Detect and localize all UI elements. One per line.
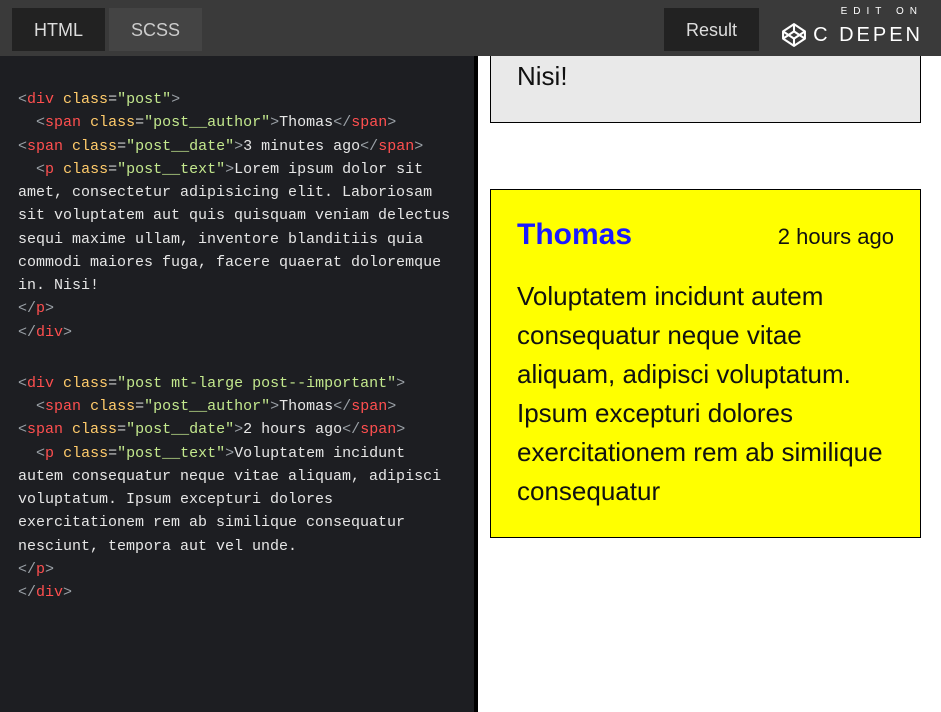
editor-tabs: HTML SCSS bbox=[0, 0, 202, 51]
result-post-1-text: quia commodi maiores fuga, facere quaera… bbox=[517, 56, 894, 96]
code-post-2: <div class="post mt-large post--importan… bbox=[18, 372, 456, 605]
codepen-logo[interactable]: C DEPEN bbox=[781, 22, 923, 48]
result-post-2-text: Voluptatem incidunt autem consequatur ne… bbox=[517, 277, 894, 511]
tab-result[interactable]: Result bbox=[664, 8, 759, 51]
tab-scss[interactable]: SCSS bbox=[109, 8, 202, 51]
codepen-wordmark: C DEPEN bbox=[813, 24, 923, 47]
result-pane[interactable]: quia commodi maiores fuga, facere quaera… bbox=[478, 56, 941, 712]
result-post-1: quia commodi maiores fuga, facere quaera… bbox=[490, 56, 921, 123]
result-post-2: Thomas 2 hours ago Voluptatem incidunt a… bbox=[490, 189, 921, 538]
html-editor-pane[interactable]: <div class="post"> <span class="post__au… bbox=[0, 56, 474, 712]
top-bar: HTML SCSS Result EDIT ON C DEPEN bbox=[0, 0, 941, 56]
result-post-2-header: Thomas 2 hours ago bbox=[517, 212, 894, 257]
result-post-2-author: Thomas bbox=[517, 212, 632, 257]
code-post-1: <div class="post"> <span class="post__au… bbox=[18, 88, 456, 344]
main-area: <div class="post"> <span class="post__au… bbox=[0, 56, 941, 712]
result-tabs: Result bbox=[664, 0, 759, 51]
result-post-2-date: 2 hours ago bbox=[778, 220, 894, 253]
edit-on-label: EDIT ON bbox=[841, 6, 923, 17]
codepen-icon bbox=[781, 22, 807, 48]
tab-html[interactable]: HTML bbox=[12, 8, 105, 51]
